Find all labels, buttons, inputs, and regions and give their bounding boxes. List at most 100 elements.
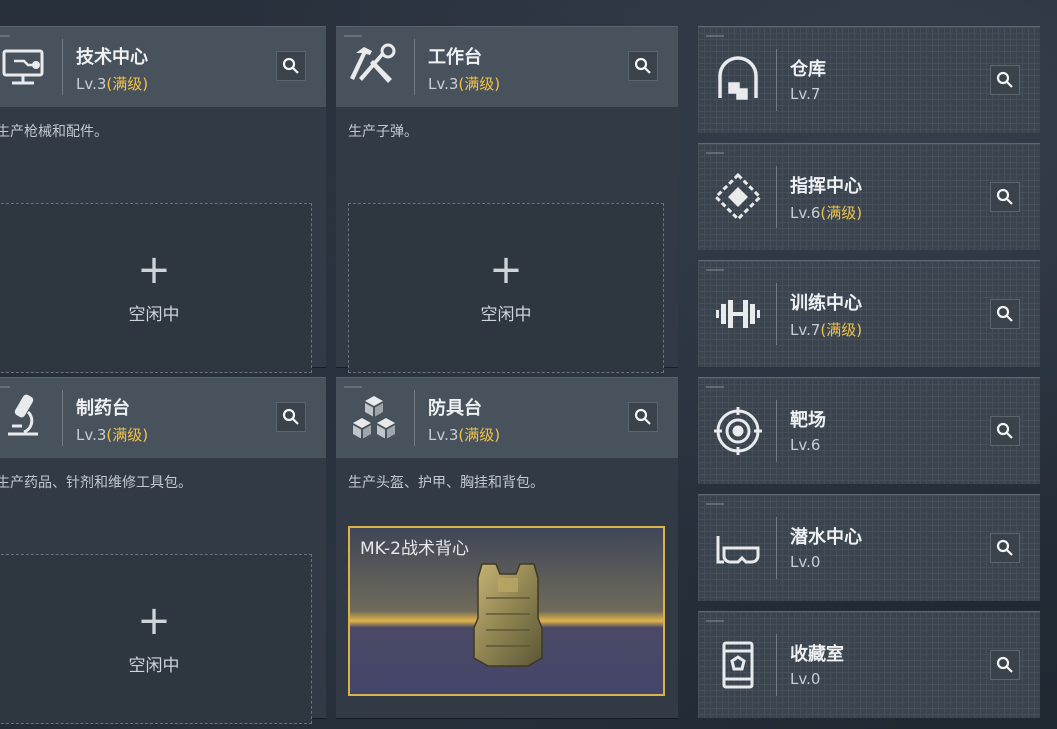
search-button[interactable]	[628, 402, 658, 432]
card-header: 工作台 Lv.3(满级)	[336, 27, 678, 107]
facility-card-command-center[interactable]: 指挥中心 Lv.6(满级)	[698, 143, 1040, 250]
level-text: Lv.3	[76, 426, 107, 444]
display-case-icon	[712, 639, 764, 691]
search-button[interactable]	[990, 650, 1020, 680]
product-name: MK-2战术背心	[360, 539, 469, 559]
search-icon	[282, 57, 299, 74]
add-icon: +	[137, 247, 171, 293]
level-text: Lv.3	[428, 75, 459, 93]
facility-level: Lv.0	[790, 670, 820, 688]
search-button[interactable]	[990, 533, 1020, 563]
max-level-badge: (满级)	[820, 321, 863, 339]
facility-level: Lv.7	[790, 85, 820, 103]
production-item[interactable]: MK-2战术背心	[348, 526, 665, 696]
facility-title: 仓库	[790, 59, 826, 80]
card-header: 技术中心 Lv.3(满级)	[0, 27, 326, 107]
divider	[776, 283, 777, 345]
divider	[776, 634, 777, 696]
search-button[interactable]	[990, 65, 1020, 95]
divider	[776, 49, 777, 111]
command-diamond-icon	[712, 171, 764, 223]
workshop-level: Lv.3(满级)	[76, 73, 148, 94]
divider	[776, 166, 777, 228]
divider	[414, 390, 415, 446]
workshop-card-armor-bench[interactable]: 防具台 Lv.3(满级) 生产头盔、护甲、胸挂和背包。 MK-2战术背心	[336, 377, 678, 718]
workshop-card-tech-center[interactable]: 技术中心 Lv.3(满级) 生产枪械和配件。 + 空闲中	[0, 26, 326, 373]
facility-card-shooting-range[interactable]: 靶场 Lv.6	[698, 377, 1040, 484]
level-text: Lv.7	[790, 85, 821, 103]
corner-mark	[706, 152, 724, 154]
facility-level: Lv.6	[790, 436, 820, 454]
workshop-description: 生产药品、针剂和维修工具包。	[0, 475, 192, 491]
search-icon	[996, 71, 1013, 88]
facility-card-diving-center[interactable]: 潜水中心 Lv.0	[698, 494, 1040, 601]
hammer-wrench-icon	[348, 39, 400, 91]
add-icon: +	[489, 247, 523, 293]
search-button[interactable]	[276, 402, 306, 432]
facility-title: 收藏室	[790, 644, 844, 665]
corner-mark	[706, 35, 724, 37]
diving-mask-icon	[712, 522, 764, 574]
facility-title: 靶场	[790, 410, 826, 431]
facility-level: Lv.6(满级)	[790, 202, 862, 223]
max-level-badge: (满级)	[106, 426, 149, 444]
search-icon	[996, 539, 1013, 556]
divider	[414, 39, 415, 95]
workshop-description: 生产子弹。	[348, 124, 418, 140]
workshop-description: 生产头盔、护甲、胸挂和背包。	[348, 475, 544, 491]
card-body: 生产头盔、护甲、胸挂和背包。 MK-2战术背心	[336, 458, 678, 718]
facility-level: Lv.7(满级)	[790, 319, 862, 340]
card-header: 制药台 Lv.3(满级)	[0, 378, 326, 458]
card-body: 生产子弹。 + 空闲中	[336, 107, 678, 373]
search-icon	[996, 305, 1013, 322]
tactical-vest-image	[473, 563, 543, 667]
facility-card-collection-room[interactable]: 收藏室 Lv.0	[698, 611, 1040, 718]
computer-icon	[0, 39, 50, 91]
corner-mark	[0, 35, 10, 37]
workshop-card-workbench[interactable]: 工作台 Lv.3(满级) 生产子弹。 + 空闲中	[336, 26, 678, 373]
level-text: Lv.6	[790, 436, 821, 454]
slot-status: 空闲中	[128, 656, 180, 676]
level-text: Lv.0	[790, 670, 821, 688]
search-button[interactable]	[990, 182, 1020, 212]
card-header: 防具台 Lv.3(满级)	[336, 378, 678, 458]
idle-slot[interactable]: + 空闲中	[0, 554, 312, 724]
corner-mark	[706, 503, 724, 505]
cubes-icon	[348, 390, 400, 442]
corner-mark	[344, 35, 362, 37]
microscope-icon	[0, 390, 50, 442]
workshop-title: 防具台	[428, 398, 482, 419]
max-level-badge: (满级)	[458, 426, 501, 444]
search-icon	[634, 408, 651, 425]
workshop-title: 技术中心	[76, 47, 148, 68]
search-icon	[282, 408, 299, 425]
divider	[62, 390, 63, 446]
search-button[interactable]	[276, 51, 306, 81]
search-button[interactable]	[628, 51, 658, 81]
divider	[62, 39, 63, 95]
search-icon	[634, 57, 651, 74]
idle-slot[interactable]: + 空闲中	[0, 203, 312, 373]
max-level-badge: (满级)	[106, 75, 149, 93]
facility-title: 指挥中心	[790, 176, 862, 197]
workshop-title: 工作台	[428, 47, 482, 68]
workshop-title: 制药台	[76, 398, 130, 419]
max-level-badge: (满级)	[820, 204, 863, 222]
divider	[776, 400, 777, 462]
corner-mark	[0, 386, 10, 388]
corner-mark	[706, 269, 724, 271]
facility-card-warehouse[interactable]: 仓库 Lv.7	[698, 26, 1040, 133]
search-button[interactable]	[990, 299, 1020, 329]
level-text: Lv.7	[790, 321, 821, 339]
level-text: Lv.0	[790, 553, 821, 571]
facility-title: 训练中心	[790, 293, 862, 314]
corner-mark	[344, 386, 362, 388]
facility-level: Lv.0	[790, 553, 820, 571]
workshop-card-pharmacy[interactable]: 制药台 Lv.3(满级) 生产药品、针剂和维修工具包。 + 空闲中	[0, 377, 326, 724]
search-button[interactable]	[990, 416, 1020, 446]
level-text: Lv.3	[428, 426, 459, 444]
workshop-level: Lv.3(满级)	[76, 424, 148, 445]
idle-slot[interactable]: + 空闲中	[348, 203, 664, 373]
facility-card-training-center[interactable]: 训练中心 Lv.7(满级)	[698, 260, 1040, 367]
corner-mark	[706, 620, 724, 622]
